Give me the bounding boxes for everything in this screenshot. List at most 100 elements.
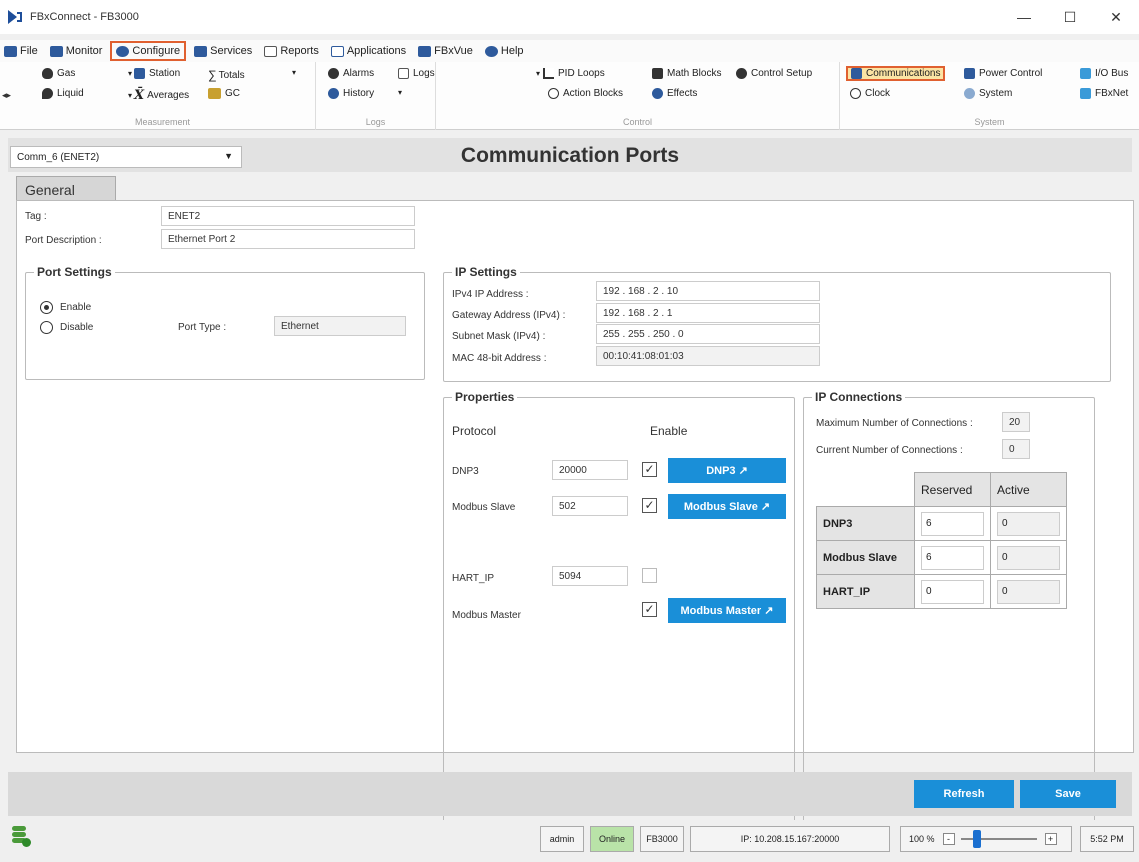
- save-button[interactable]: Save: [1020, 780, 1116, 808]
- menu-applications[interactable]: Applications: [327, 41, 410, 61]
- enable-radio[interactable]: [40, 301, 53, 314]
- protocol-dnp3-label: DNP3: [452, 466, 479, 477]
- tab-general[interactable]: General: [16, 176, 116, 202]
- dnp3-enable-checkbox[interactable]: ✓: [642, 462, 657, 477]
- menu-file[interactable]: File: [0, 41, 42, 61]
- ribbon-averages[interactable]: ▾ X̄ Averages: [128, 88, 189, 103]
- zoom-slider-thumb[interactable]: [972, 830, 981, 848]
- tag-field[interactable]: ENET2: [161, 206, 415, 226]
- average-x-icon: X̄: [134, 88, 145, 103]
- ribbon-fbxnet[interactable]: FBxNet: [1080, 88, 1128, 99]
- subnet-field[interactable]: 255 . 255 . 250 . 0: [596, 324, 820, 344]
- modbus-master-enable-checkbox[interactable]: ✓: [642, 602, 657, 617]
- mac-field: 00:10:41:08:01:03: [596, 346, 820, 366]
- modbus-slave-enable-checkbox[interactable]: ✓: [642, 498, 657, 513]
- max-connections-field: 20: [1002, 412, 1030, 432]
- flame-icon: [42, 68, 53, 79]
- ipv4-field[interactable]: 192 . 168 . 2 . 10: [596, 281, 820, 301]
- ribbon-group-label: Measurement: [134, 117, 191, 127]
- maximize-button[interactable]: ☐: [1047, 0, 1093, 34]
- hart-ip-port-field[interactable]: 5094: [552, 566, 628, 586]
- gateway-field[interactable]: 192 . 168 . 2 . 1: [596, 303, 820, 323]
- ribbon-logs-more[interactable]: ▾: [398, 88, 402, 97]
- ribbon-alarms[interactable]: Alarms: [328, 68, 374, 79]
- ribbon-pid-loops[interactable]: ▾ PID Loops: [536, 68, 605, 79]
- close-button[interactable]: ✕: [1093, 0, 1139, 34]
- ribbon-communications[interactable]: Communications: [846, 66, 946, 81]
- modbus-slave-button[interactable]: Modbus Slave ↗: [668, 494, 786, 519]
- status-user: admin: [540, 826, 584, 852]
- hart-ip-reserved-field[interactable]: 0: [921, 579, 984, 604]
- enable-header: Enable: [650, 424, 688, 438]
- action-block-icon: [548, 88, 559, 99]
- logs-icon: [398, 68, 409, 79]
- ribbon-station[interactable]: ▾ Station: [128, 68, 180, 79]
- communications-icon: [851, 68, 862, 79]
- ribbon-history[interactable]: History: [328, 88, 374, 99]
- folder-icon: [4, 45, 17, 57]
- port-description-field[interactable]: Ethernet Port 2: [161, 229, 415, 249]
- ribbon-measurement-more[interactable]: ▾: [292, 68, 296, 77]
- effects-icon: [652, 88, 663, 99]
- gear-icon: [116, 45, 130, 57]
- ribbon-effects[interactable]: Effects: [652, 88, 697, 99]
- ribbon-action-blocks[interactable]: Action Blocks: [548, 88, 623, 99]
- port-type-field: Ethernet: [274, 316, 406, 336]
- power-icon: [964, 68, 975, 79]
- properties-group: Properties Protocol Enable DNP3 20000 ✓ …: [443, 390, 795, 829]
- ribbon-totals[interactable]: ∑ Totals: [208, 68, 245, 82]
- ribbon-math-blocks[interactable]: Math Blocks: [652, 68, 721, 79]
- table-row: Modbus Slave 6 0: [816, 540, 1067, 575]
- mac-label: MAC 48-bit Address :: [452, 353, 547, 364]
- col-active-header: Active: [990, 472, 1067, 507]
- ribbon-control-setup[interactable]: Control Setup: [736, 68, 812, 79]
- port-type-label: Port Type :: [178, 322, 227, 333]
- status-device: FB3000: [640, 826, 684, 852]
- menu-configure[interactable]: Configure: [110, 41, 187, 61]
- refresh-button[interactable]: Refresh: [914, 780, 1014, 808]
- modbus-master-button[interactable]: Modbus Master ↗: [668, 598, 786, 623]
- modbus-slave-reserved-field[interactable]: 6: [921, 545, 984, 570]
- connected-check-icon: [22, 838, 31, 847]
- ribbon-liquid[interactable]: Liquid: [42, 88, 84, 99]
- table-row: DNP3 6 0: [816, 506, 1067, 541]
- menu-reports[interactable]: Reports: [260, 41, 323, 61]
- port-select-dropdown[interactable]: Comm_6 (ENET2) ▼: [10, 146, 242, 168]
- zoom-slider[interactable]: [960, 830, 1037, 848]
- protocol-hart-ip-label: HART_IP: [452, 573, 495, 584]
- menu-help[interactable]: Help: [481, 41, 528, 61]
- zoom-out-button[interactable]: -: [942, 833, 955, 845]
- disable-label: Disable: [60, 322, 94, 333]
- ribbon-group-control: ▾ PID Loops Action Blocks Math Blocks Eff…: [436, 62, 840, 130]
- menu-fbxvue[interactable]: FBxVue: [414, 41, 477, 61]
- row-dnp3-label: DNP3: [816, 506, 915, 541]
- ribbon-group-measurement: Gas Liquid ▾ Station ▾ X̄ Averages ∑ Totals …: [10, 62, 316, 130]
- hart-ip-enable-checkbox[interactable]: [642, 568, 657, 583]
- row-hart-ip-label: HART_IP: [816, 574, 915, 609]
- gc-icon: [208, 88, 221, 99]
- gateway-label: Gateway Address (IPv4) :: [452, 310, 566, 321]
- minimize-button[interactable]: —: [1001, 0, 1047, 34]
- ribbon-io-bus[interactable]: I/O Bus: [1080, 68, 1128, 79]
- dnp3-reserved-field[interactable]: 6: [921, 511, 984, 536]
- menu-monitor[interactable]: Monitor: [46, 41, 107, 61]
- ribbon-clock[interactable]: Clock: [850, 88, 890, 99]
- ribbon-gas[interactable]: Gas: [42, 68, 75, 79]
- modbus-slave-port-field[interactable]: 502: [552, 496, 628, 516]
- hart-ip-active-field: 0: [997, 579, 1060, 604]
- menu-services[interactable]: Services: [190, 41, 256, 61]
- status-ip-address: IP: 10.208.15.167:20000: [690, 826, 890, 852]
- ribbon-gc[interactable]: GC: [208, 88, 240, 99]
- vue-icon: [418, 45, 432, 57]
- dnp3-port-field[interactable]: 20000: [552, 460, 628, 480]
- disable-radio[interactable]: [40, 321, 53, 334]
- fbxnet-icon: [1080, 88, 1091, 99]
- tag-label: Tag :: [25, 211, 47, 222]
- ribbon-system[interactable]: System: [964, 88, 1012, 99]
- ribbon-logs[interactable]: Logs: [398, 68, 435, 79]
- zoom-control: 100 % - +: [900, 826, 1072, 852]
- dnp3-active-field: 0: [997, 511, 1060, 536]
- dnp3-button[interactable]: DNP3 ↗: [668, 458, 786, 483]
- ribbon-power-control[interactable]: Power Control: [964, 68, 1042, 79]
- zoom-in-button[interactable]: +: [1044, 833, 1057, 845]
